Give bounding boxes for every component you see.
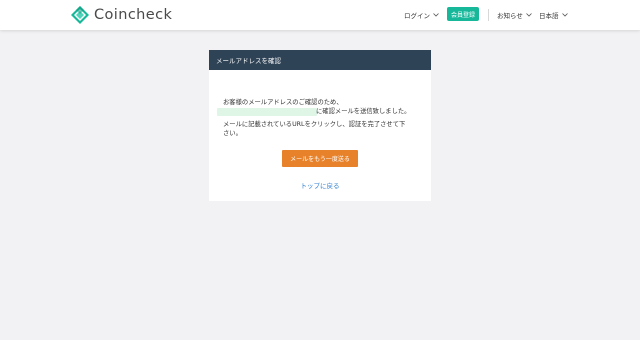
message-line-2: に確認メールを送信致しました。	[316, 108, 411, 115]
nav-language-label: 日本語	[539, 12, 559, 20]
register-button[interactable]: 会員登録	[447, 7, 479, 21]
message-line-4: さい。	[223, 130, 242, 137]
nav-divider	[488, 9, 489, 21]
resend-email-button[interactable]: メールをもう一度送る	[282, 150, 358, 167]
site-header: Coincheck ログイン 会員登録 お知らせ 日本語	[0, 0, 640, 30]
chevron-down-icon	[433, 11, 439, 19]
coincheck-logo-icon	[71, 6, 89, 24]
nav-login[interactable]: ログイン	[404, 0, 439, 30]
chevron-down-icon	[526, 11, 532, 19]
chevron-down-icon	[561, 11, 568, 19]
nav-login-label: ログイン	[404, 12, 430, 20]
masked-email	[217, 108, 317, 116]
brand-name: Coincheck	[94, 7, 173, 23]
back-to-top-link[interactable]: トップに戻る	[209, 180, 431, 190]
message-line-3: メールに記載されているURLをクリックし、認証を完了させて下	[223, 121, 406, 128]
message-line-1: お客様のメールアドレスのご確認のため、	[223, 99, 343, 106]
nav-news-label: お知らせ	[497, 12, 523, 20]
nav-news[interactable]: お知らせ	[497, 0, 532, 30]
email-confirm-card: メールアドレスを確認 お客様のメールアドレスのご確認のため、 に確認メールを送信…	[209, 50, 431, 201]
logo[interactable]: Coincheck	[71, 5, 172, 25]
nav-language[interactable]: 日本語	[539, 0, 568, 30]
card-title: メールアドレスを確認	[209, 50, 431, 70]
